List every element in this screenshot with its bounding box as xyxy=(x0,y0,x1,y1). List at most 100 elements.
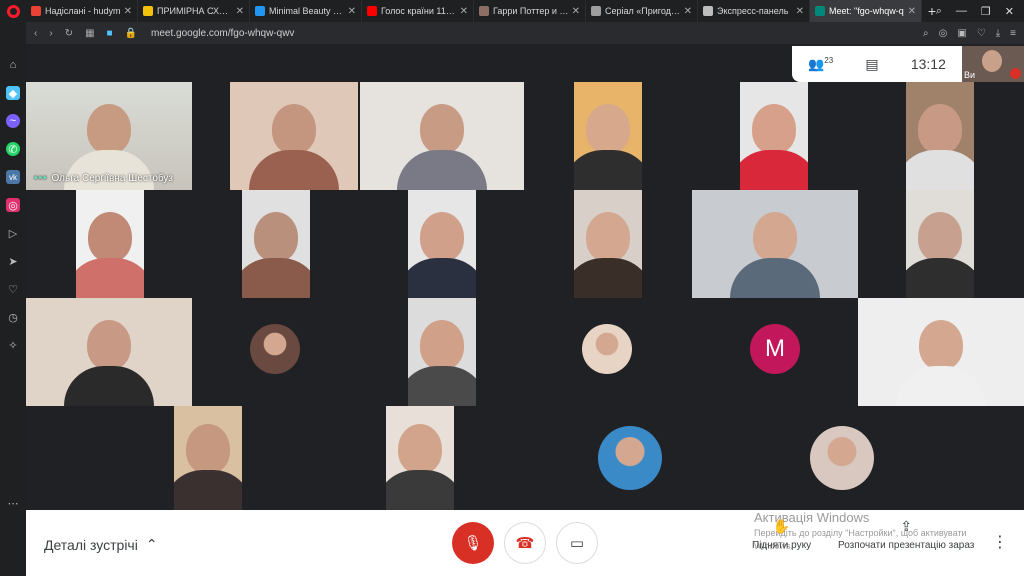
tab-close-icon[interactable]: ✕ xyxy=(124,6,132,17)
minimize-icon[interactable]: — xyxy=(956,5,967,17)
more-options-icon[interactable]: ⋮ xyxy=(992,532,1008,552)
tab-close-icon[interactable]: ✕ xyxy=(572,6,580,17)
video-camera-icon: ▭ xyxy=(569,535,585,552)
participant-video-tile[interactable] xyxy=(574,82,642,190)
messenger-icon[interactable]: ~ xyxy=(6,114,20,128)
history-icon[interactable]: ◷ xyxy=(6,310,20,324)
browser-tab[interactable]: Голос країни 11 се ✕ xyxy=(362,0,474,22)
meeting-details-label: Деталі зустрічі xyxy=(44,536,138,553)
participant-video-tile[interactable] xyxy=(174,406,242,510)
url-field[interactable]: meet.google.com/fgo-whqw-qwv xyxy=(151,28,294,39)
browser-tab[interactable]: Гарри Поттер и Да ✕ xyxy=(474,0,586,22)
participant-video-tile[interactable] xyxy=(408,190,476,298)
browser-tab[interactable]: Надіслані - hudym ✕ xyxy=(26,0,138,22)
back-icon[interactable]: ‹ xyxy=(34,28,37,39)
browser-tab[interactable]: Серіал «Пригоди М ✕ xyxy=(586,0,698,22)
camera-icon[interactable]: ▣ xyxy=(957,28,966,39)
browser-tab-bar: Надіслані - hudym ✕ ПРИМІРНА СХЕМА ✕ Minimal… xyxy=(0,0,1024,22)
vk-icon[interactable]: vk xyxy=(6,170,20,184)
close-window-icon[interactable]: ✕ xyxy=(1005,5,1014,18)
participant-video-tile[interactable] xyxy=(906,82,974,190)
tab-favicon-icon xyxy=(31,6,41,16)
participant-avatar[interactable] xyxy=(810,426,874,490)
participant-video-tile[interactable] xyxy=(230,82,358,190)
lock-icon: 🔒 xyxy=(124,27,138,39)
speed-dial-icon[interactable]: ▦ xyxy=(85,28,94,39)
participant-video-tile[interactable] xyxy=(740,82,808,190)
mic-toggle-button[interactable]: 🎙 xyxy=(452,522,494,564)
participant-video-tile[interactable] xyxy=(574,190,642,298)
participant-video-tile[interactable] xyxy=(386,406,454,510)
raise-hand-button[interactable]: ✋ Підняти руку xyxy=(752,518,811,551)
forward-icon[interactable]: › xyxy=(49,28,52,39)
opera-sidebar: ⌂ ◆ ~ ✆ vk ◎ ▷ ➤ ♡ ◷ ✧ ⋯ xyxy=(0,22,26,576)
participant-video-tile[interactable] xyxy=(692,190,858,298)
tips-icon[interactable]: ✧ xyxy=(6,338,20,352)
participants-count: 23 xyxy=(824,55,834,65)
present-now-button[interactable]: ⇪ Розпочати презентацію зараз xyxy=(838,518,974,551)
maximize-icon[interactable]: ❐ xyxy=(981,5,991,18)
tab-close-icon[interactable]: ✕ xyxy=(684,6,692,17)
search-icon[interactable]: ⌕ xyxy=(936,5,942,18)
tab-favicon-icon xyxy=(703,6,713,16)
search-page-icon[interactable]: ⌕ xyxy=(923,28,929,39)
chevron-up-icon: ⌃ xyxy=(145,536,158,552)
muted-mic-icon xyxy=(1010,68,1021,79)
browser-tab[interactable]: ПРИМІРНА СХЕМА ✕ xyxy=(138,0,250,22)
favorites-icon[interactable]: ♡ xyxy=(6,282,20,296)
meeting-details-button[interactable]: Деталі зустрічі ⌃ xyxy=(44,536,158,553)
browser-tab[interactable]: Экспресс-панель ✕ xyxy=(698,0,810,22)
opera-logo-icon[interactable] xyxy=(0,0,26,22)
tab-label: ПРИМІРНА СХЕМА xyxy=(157,6,233,16)
tab-close-icon[interactable]: ✕ xyxy=(236,6,244,17)
mic-off-icon: 🎙 xyxy=(463,535,483,552)
address-bar: ‹ › ↻ ▦ ■ 🔒 meet.google.com/fgo-whqw-qwv… xyxy=(26,22,1024,44)
browser-tab[interactable]: Minimal Beauty Log ✕ xyxy=(250,0,362,22)
whatsapp-icon[interactable]: ✆ xyxy=(6,142,20,156)
tab-close-icon[interactable]: ✕ xyxy=(908,6,916,17)
snapshot-icon[interactable]: ◎ xyxy=(939,28,948,39)
presenter-video-tile[interactable]: ••• Ольга Сергіївна Шестобуз xyxy=(26,82,192,190)
home-icon[interactable]: ⌂ xyxy=(6,58,20,72)
tab-favicon-icon xyxy=(143,6,153,16)
tab-close-icon[interactable]: ✕ xyxy=(348,6,356,17)
leave-call-button[interactable]: ☎ xyxy=(504,522,546,564)
hang-up-icon: ☎ xyxy=(515,535,535,552)
meeting-info-bar: 👥23 ▤ 13:12 xyxy=(792,46,962,82)
send-icon[interactable]: ➤ xyxy=(6,254,20,268)
tab-label: Серіал «Пригоди М xyxy=(605,6,681,16)
tab-close-icon[interactable]: ✕ xyxy=(796,6,804,17)
presenter-name-tag: ••• Ольга Сергіївна Шестобуз xyxy=(34,173,174,184)
more-icon[interactable]: ⋯ xyxy=(6,496,20,510)
participant-video-tile[interactable] xyxy=(76,190,144,298)
meeting-time: 13:12 xyxy=(910,56,946,72)
camera-indicator-icon[interactable]: ■ xyxy=(107,28,113,39)
participant-video-tile[interactable] xyxy=(26,298,192,406)
participant-avatar[interactable] xyxy=(598,426,662,490)
camera-toggle-button[interactable]: ▭ xyxy=(556,522,598,564)
player-icon[interactable]: ▷ xyxy=(6,226,20,240)
participant-avatar[interactable] xyxy=(250,324,300,374)
chat-icon[interactable]: ▤ xyxy=(865,56,878,73)
instagram-icon[interactable]: ◎ xyxy=(6,198,20,212)
reload-icon[interactable]: ↻ xyxy=(65,28,73,39)
self-view-tile[interactable]: Ви xyxy=(962,46,1024,82)
heart-icon[interactable]: ♡ xyxy=(977,28,986,39)
participant-avatar[interactable] xyxy=(582,324,632,374)
participant-video-tile[interactable] xyxy=(906,190,974,298)
participant-video-tile[interactable] xyxy=(360,82,524,190)
tab-close-icon[interactable]: ✕ xyxy=(460,6,468,17)
participants-icon[interactable]: 👥23 xyxy=(808,56,833,72)
participant-video-tile[interactable] xyxy=(242,190,310,298)
present-now-label: Розпочати презентацію зараз xyxy=(838,540,975,551)
download-icon[interactable]: ⤓ xyxy=(996,28,1000,39)
tab-label: Экспресс-панель xyxy=(717,6,789,16)
settings-icon[interactable]: ≡ xyxy=(1010,28,1016,39)
participant-video-tile[interactable] xyxy=(408,298,476,406)
tab-label: Minimal Beauty Log xyxy=(269,6,345,16)
browser-tab[interactable]: Meet: "fgo-whqw-q ✕ xyxy=(810,0,922,22)
participant-video-tile[interactable] xyxy=(858,298,1024,406)
video-grid: ••• Ольга Сергіївна Шестобуз M xyxy=(26,44,1024,510)
participant-letter-avatar[interactable]: M xyxy=(750,324,800,374)
bookmarks-icon[interactable]: ◆ xyxy=(6,86,20,100)
